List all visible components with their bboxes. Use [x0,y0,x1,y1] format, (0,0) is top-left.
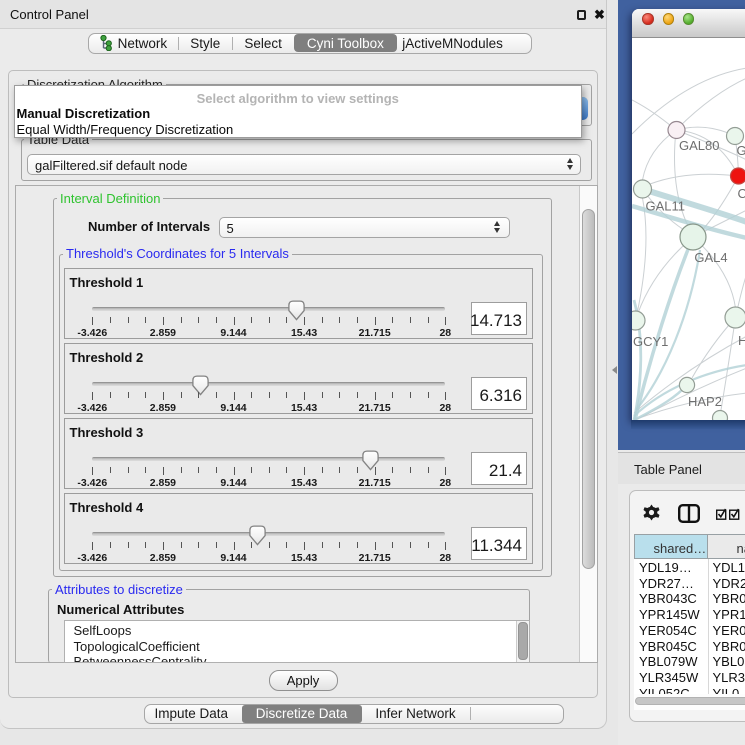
svg-text:GAL80: GAL80 [679,138,719,153]
svg-text:HAP2: HAP2 [688,394,722,409]
svg-text:GAL11: GAL11 [645,199,685,214]
svg-text:H: H [738,333,745,348]
svg-text:GAL4: GAL4 [694,250,727,265]
svg-text:GAL1: GAL1 [736,143,745,158]
svg-text:C: C [737,186,745,201]
svg-text:GCY1: GCY1 [633,334,668,349]
